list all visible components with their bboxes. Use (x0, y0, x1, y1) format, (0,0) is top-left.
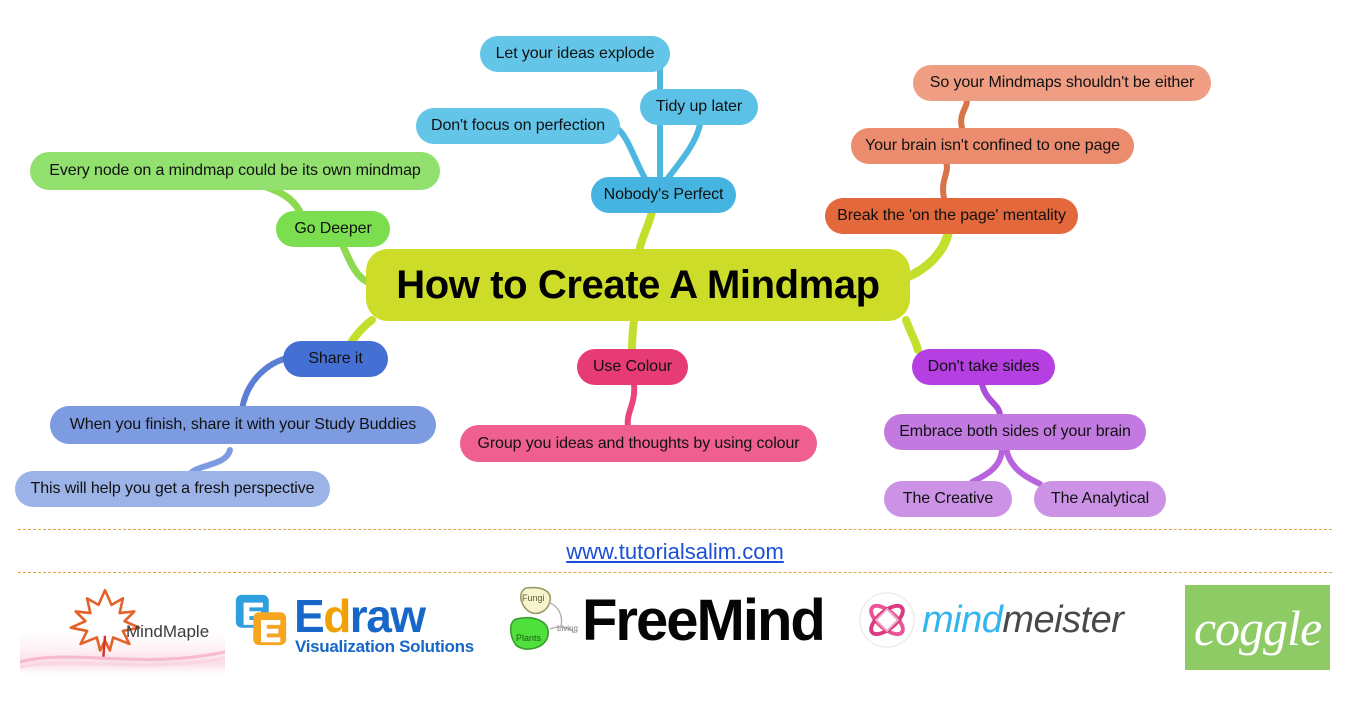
node-label: Don't take sides (927, 358, 1040, 375)
logo-mindmeister[interactable]: mindmeister (858, 581, 1168, 674)
freemind-icon-label-living: Living (557, 624, 578, 633)
node-label: Use Colour (592, 358, 673, 375)
node-fresh-perspective[interactable]: This will help you get a fresh perspecti… (15, 471, 330, 507)
node-label: Nobody's Perfect (603, 186, 724, 203)
central-node[interactable]: How to Create A Mindmap (366, 249, 910, 321)
logo-coggle-wordmark: coggle (1193, 599, 1322, 656)
logo-freemind[interactable]: Fungi Plants Living FreeMind (508, 581, 853, 674)
divider-top (18, 529, 1332, 530)
node-your-brain-isnt-confined-to-one-page[interactable]: Your brain isn't confined to one page (851, 128, 1134, 164)
node-group-ideas-by-colour[interactable]: Group you ideas and thoughts by using co… (460, 425, 817, 462)
mindmeister-meister: meister (1002, 599, 1124, 641)
node-label: Tidy up later (655, 98, 743, 115)
node-label: Your brain isn't confined to one page (865, 137, 1120, 154)
node-use-colour[interactable]: Use Colour (577, 349, 688, 385)
node-the-creative[interactable]: The Creative (884, 481, 1012, 517)
node-label: Don't focus on perfection (431, 117, 605, 134)
logo-mindmaple-label: MindMaple (126, 622, 210, 641)
node-tidy-up-later[interactable]: Tidy up later (640, 89, 758, 125)
node-every-node-on-a-mindmap[interactable]: Every node on a mindmap could be its own… (30, 152, 440, 190)
node-let-your-ideas-explode[interactable]: Let your ideas explode (480, 36, 670, 72)
logo-edraw[interactable]: Edraw Visualization Solutions (232, 581, 517, 674)
node-label: The Analytical (1050, 490, 1150, 507)
logo-mindmaple[interactable]: MindMaple (20, 581, 225, 674)
node-label: The Creative (902, 490, 994, 507)
divider-bottom (18, 572, 1332, 573)
logo-edraw-wordmark: Edraw (294, 589, 426, 643)
node-when-you-finish-share-it[interactable]: When you finish, share it with your Stud… (50, 406, 436, 444)
node-label: Group you ideas and thoughts by using co… (477, 434, 800, 452)
node-label: So your Mindmaps shouldn't be either (929, 74, 1195, 91)
mindmap-canvas: How to Create A Mindmap Let your ideas e… (0, 0, 1350, 707)
logo-edraw-tagline: Visualization Solutions (295, 637, 474, 656)
node-nobodys-perfect[interactable]: Nobody's Perfect (591, 177, 736, 213)
mindmeister-icon (859, 592, 915, 648)
edraw-d: d (323, 590, 351, 642)
node-share-it[interactable]: Share it (283, 341, 388, 377)
node-the-analytical[interactable]: The Analytical (1034, 481, 1166, 517)
node-label: Every node on a mindmap could be its own… (49, 162, 421, 179)
node-go-deeper[interactable]: Go Deeper (276, 211, 390, 247)
central-node-text: How to Create A Mindmap (396, 262, 880, 307)
node-label: This will help you get a fresh perspecti… (30, 480, 315, 497)
mindmeister-mind: mind (922, 599, 1003, 641)
node-label: Share it (308, 350, 363, 367)
node-embrace-both-sides[interactable]: Embrace both sides of your brain (884, 414, 1146, 450)
edraw-e: E (294, 590, 325, 642)
node-label: Let your ideas explode (495, 45, 655, 62)
website-link[interactable]: www.tutorialsalim.com (0, 539, 1350, 565)
logo-mindmeister-wordmark: mindmeister (922, 599, 1124, 642)
freemind-icon-label-fungi: Fungi (522, 593, 545, 603)
logo-coggle[interactable]: coggle (1185, 585, 1330, 670)
node-label: Go Deeper (294, 220, 372, 237)
edraw-raw: raw (349, 590, 426, 642)
node-so-your-mindmaps-shouldnt-be-either[interactable]: So your Mindmaps shouldn't be either (913, 65, 1211, 101)
node-label: Break the 'on the page' mentality (837, 207, 1066, 224)
edraw-icon (235, 594, 287, 646)
freemind-icon: Fungi Plants Living (509, 586, 578, 650)
node-label: When you finish, share it with your Stud… (69, 416, 417, 433)
swoosh-decoration (20, 650, 225, 669)
node-dont-take-sides[interactable]: Don't take sides (912, 349, 1055, 385)
node-dont-focus-on-perfection[interactable]: Don't focus on perfection (416, 108, 620, 144)
logo-freemind-wordmark: FreeMind (582, 588, 826, 653)
node-label: Embrace both sides of your brain (899, 423, 1131, 440)
node-break-the-on-the-page-mentality[interactable]: Break the 'on the page' mentality (825, 198, 1078, 234)
freemind-icon-label-plants: Plants (516, 633, 542, 643)
